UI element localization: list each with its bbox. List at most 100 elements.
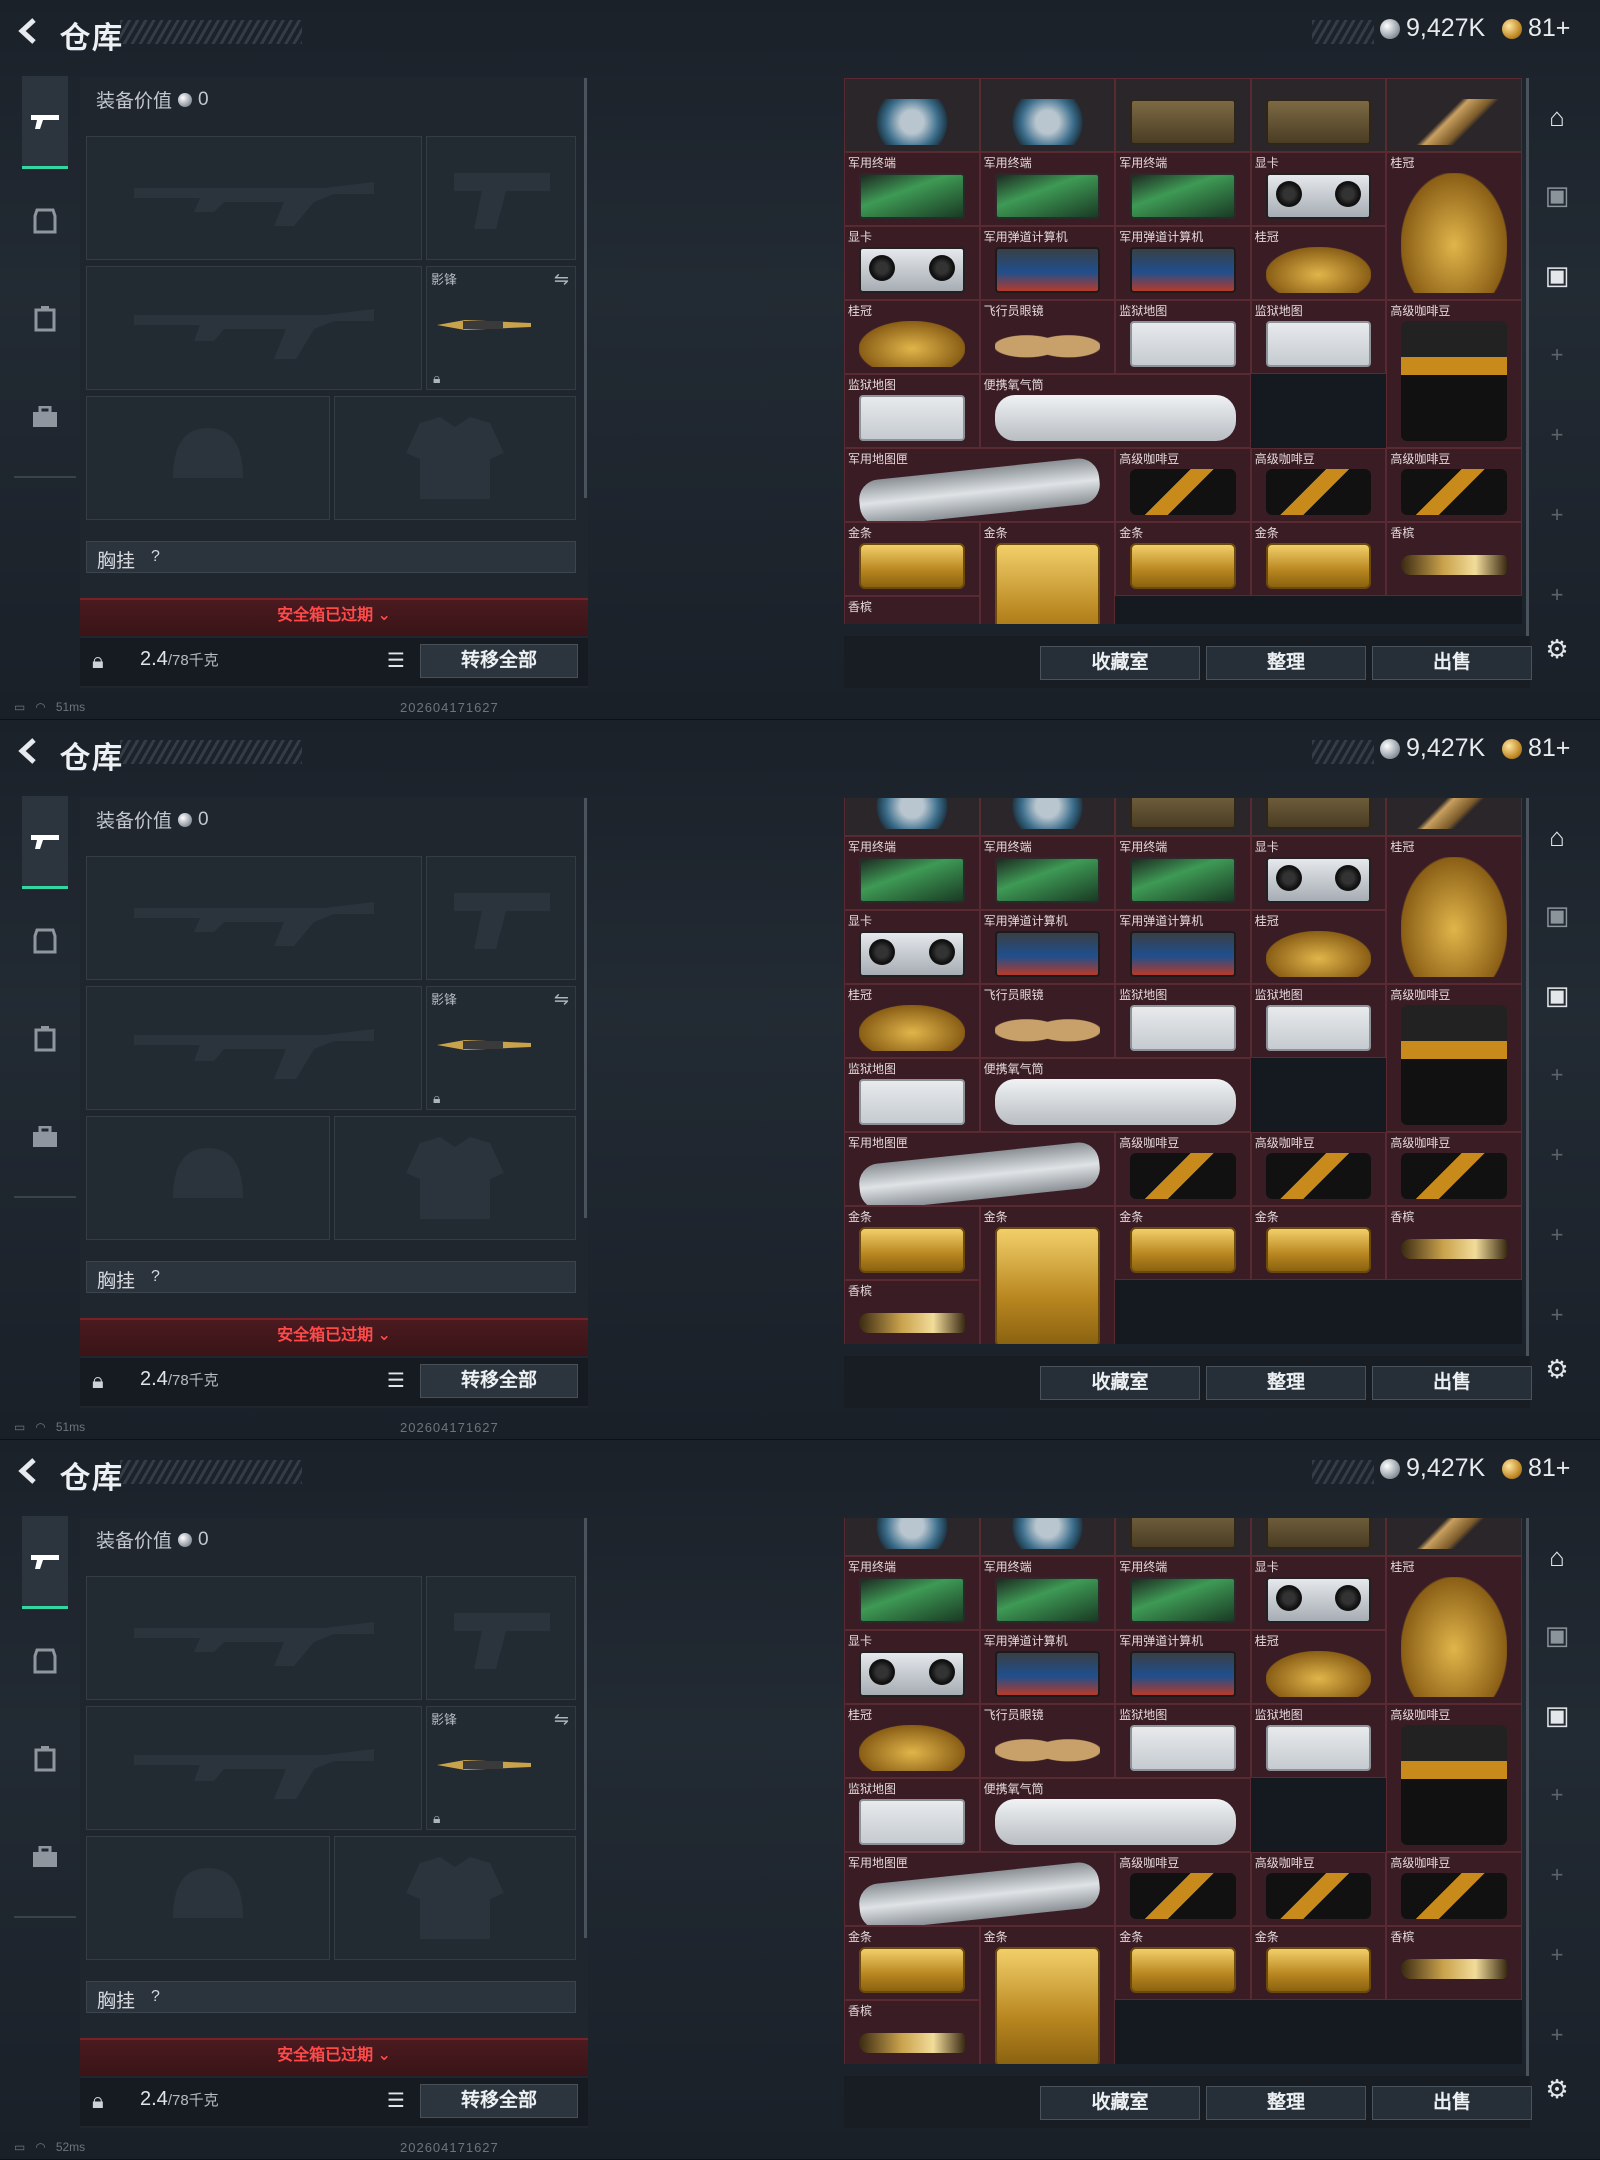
inventory-cell[interactable]: 高级咖啡豆 xyxy=(1386,1704,1522,1852)
inventory-cell[interactable]: 香槟 xyxy=(844,2000,980,2064)
inventory-cell[interactable]: 军用地图匣 xyxy=(844,1852,1116,1926)
chest-rig-slot[interactable]: 胸挂 ? xyxy=(86,1981,576,2013)
inventory-cell[interactable]: 监狱地图 xyxy=(1250,984,1387,1058)
nav-weapon-icon[interactable] xyxy=(22,1516,68,1609)
storage-scrollbar[interactable] xyxy=(1526,798,1529,1358)
add-icon[interactable]: + xyxy=(1538,1856,1576,1894)
inventory-cell[interactable]: 金条 xyxy=(844,522,980,596)
inventory-cell[interactable] xyxy=(844,78,980,152)
container-icon[interactable]: ▣ xyxy=(1538,976,1576,1014)
inventory-cell[interactable]: 军用弹道计算机 xyxy=(1115,226,1251,300)
inventory-cell[interactable]: 高级咖啡豆 xyxy=(1250,1132,1387,1206)
inventory-cell[interactable]: 军用终端 xyxy=(1115,836,1251,910)
help-icon[interactable]: ? xyxy=(151,1268,160,1286)
sort-button[interactable]: 整理 xyxy=(1206,2086,1366,2120)
add-icon[interactable]: + xyxy=(1538,576,1576,614)
inventory-cell[interactable] xyxy=(1115,78,1251,152)
inventory-cell[interactable] xyxy=(979,78,1116,152)
inventory-cell[interactable] xyxy=(1115,798,1251,836)
transfer-all-button[interactable]: 转移全部 xyxy=(420,2084,578,2118)
inventory-cell[interactable] xyxy=(979,798,1116,836)
add-icon[interactable]: + xyxy=(1538,1056,1576,1094)
inventory-cell[interactable]: 金条 xyxy=(844,1926,980,2000)
body-armor-slot[interactable] xyxy=(334,1836,576,1960)
inventory-cell[interactable]: 便携氧气筒 xyxy=(979,374,1251,448)
nav-backpack-icon[interactable] xyxy=(22,1016,68,1062)
add-icon[interactable]: + xyxy=(1538,1936,1576,1974)
gold-currency[interactable]: 81+ xyxy=(1502,14,1570,43)
inventory-cell[interactable]: 军用弹道计算机 xyxy=(979,910,1116,984)
nav-armor-icon[interactable] xyxy=(22,918,68,964)
inventory-cell[interactable]: 监狱地图 xyxy=(1115,1704,1251,1778)
inventory-cell[interactable]: 显卡 xyxy=(1250,836,1387,910)
inventory-cell[interactable]: 桂冠 xyxy=(844,300,980,374)
inventory-cell[interactable]: 便携氧气筒 xyxy=(979,1778,1251,1852)
inventory-cell[interactable]: 高级咖啡豆 xyxy=(1115,1132,1251,1206)
inventory-cell[interactable] xyxy=(1250,78,1387,152)
inventory-cell[interactable]: 军用终端 xyxy=(844,1556,980,1630)
inventory-cell[interactable]: 飞行员眼镜 xyxy=(979,1704,1116,1778)
inventory-cell[interactable]: 军用弹道计算机 xyxy=(1115,1630,1251,1704)
sort-button[interactable]: 整理 xyxy=(1206,1366,1366,1400)
inventory-cell[interactable] xyxy=(1386,78,1522,152)
transfer-all-button[interactable]: 转移全部 xyxy=(420,644,578,678)
add-icon[interactable]: + xyxy=(1538,496,1576,534)
inventory-cell[interactable] xyxy=(1250,1518,1387,1556)
secure-container-expired-bar[interactable]: 安全箱已过期 ⌄ xyxy=(80,2038,588,2076)
primary-weapon-slot[interactable] xyxy=(86,856,422,980)
inventory-cell[interactable]: 桂冠 xyxy=(1386,1556,1522,1704)
nav-backpack-icon[interactable] xyxy=(22,1736,68,1782)
sell-button[interactable]: 出售 xyxy=(1372,1366,1532,1400)
inventory-cell[interactable]: 金条 xyxy=(979,1926,1116,2064)
inventory-cell[interactable]: 金条 xyxy=(844,1206,980,1280)
inventory-cell[interactable]: 金条 xyxy=(1115,1206,1251,1280)
swap-icon[interactable]: ⇋ xyxy=(554,1709,569,1730)
gear-icon[interactable]: ⚙ xyxy=(1538,2070,1576,2108)
collection-room-button[interactable]: 收藏室 xyxy=(1040,2086,1200,2120)
container-icon[interactable]: ▣ xyxy=(1538,1696,1576,1734)
add-icon[interactable]: + xyxy=(1538,1216,1576,1254)
secondary-weapon-slot[interactable] xyxy=(86,1706,422,1830)
inventory-cell[interactable]: 桂冠 xyxy=(844,1704,980,1778)
inventory-cell[interactable] xyxy=(979,1518,1116,1556)
inventory-cell[interactable]: 金条 xyxy=(1250,1206,1387,1280)
list-icon[interactable]: ☰ xyxy=(380,1366,412,1396)
swap-icon[interactable]: ⇋ xyxy=(554,989,569,1010)
inventory-cell[interactable] xyxy=(1115,1518,1251,1556)
chest-rig-slot[interactable]: 胸挂 ? xyxy=(86,541,576,573)
inventory-cell[interactable]: 军用弹道计算机 xyxy=(979,1630,1116,1704)
storage-scrollbar[interactable] xyxy=(1526,1518,1529,2078)
inventory-cell[interactable]: 监狱地图 xyxy=(844,1058,980,1132)
inventory-cell[interactable]: 金条 xyxy=(1115,522,1251,596)
warehouse-icon[interactable]: ⌂ xyxy=(1538,1538,1576,1576)
inventory-cell[interactable]: 桂冠 xyxy=(1250,910,1387,984)
inventory-cell[interactable]: 显卡 xyxy=(1250,1556,1387,1630)
pistol-slot[interactable] xyxy=(426,1576,576,1700)
inventory-cell[interactable]: 监狱地图 xyxy=(1250,1704,1387,1778)
inventory-cell[interactable]: 飞行员眼镜 xyxy=(979,300,1116,374)
inventory-cell[interactable]: 香槟 xyxy=(844,1280,980,1344)
inventory-cell[interactable]: 高级咖啡豆 xyxy=(1386,300,1522,448)
nav-backpack-icon[interactable] xyxy=(22,296,68,342)
add-icon[interactable]: + xyxy=(1538,1296,1576,1334)
inventory-cell[interactable]: 桂冠 xyxy=(1386,836,1522,984)
inventory-cell[interactable]: 香槟 xyxy=(1386,1926,1522,2000)
inventory-cell[interactable] xyxy=(1250,798,1387,836)
inventory-cell[interactable]: 军用终端 xyxy=(844,152,980,226)
inventory-cell[interactable]: 便携氧气筒 xyxy=(979,1058,1251,1132)
melee-slot[interactable]: 影锋 ⇋ 🔒︎ xyxy=(426,266,576,390)
inventory-cell[interactable]: 桂冠 xyxy=(1250,226,1387,300)
nav-weapon-icon[interactable] xyxy=(22,76,68,169)
inventory-cell[interactable]: 军用地图匣 xyxy=(844,1132,1116,1206)
secure-container-expired-bar[interactable]: 安全箱已过期 ⌄ xyxy=(80,1318,588,1356)
inventory-cell[interactable]: 香槟 xyxy=(1386,522,1522,596)
warehouse-icon[interactable]: ⌂ xyxy=(1538,98,1576,136)
nav-case-icon[interactable] xyxy=(22,1114,68,1160)
inventory-cell[interactable]: 高级咖啡豆 xyxy=(1386,1852,1522,1926)
inventory-cell[interactable]: 显卡 xyxy=(1250,152,1387,226)
collection-room-button[interactable]: 收藏室 xyxy=(1040,646,1200,680)
inventory-cell[interactable]: 金条 xyxy=(979,522,1116,624)
container-iv-icon[interactable]: ▣ xyxy=(1538,1616,1576,1654)
inventory-cell[interactable]: 监狱地图 xyxy=(1115,300,1251,374)
inventory-cell[interactable]: 高级咖啡豆 xyxy=(1386,1132,1522,1206)
